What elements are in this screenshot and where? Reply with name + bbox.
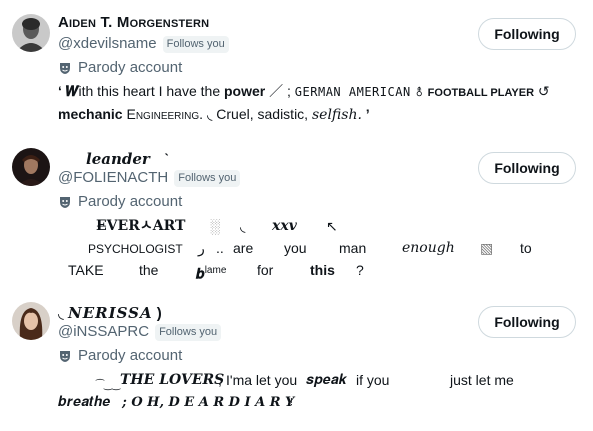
bio-breathe: 𝒃𝒓𝒆𝒂𝒕𝒉𝒆 xyxy=(58,394,111,410)
bio-imma: I'ma let you xyxy=(226,372,298,388)
bio-are: are xyxy=(233,240,254,256)
bio-gender-symbol: ⚨ xyxy=(414,87,424,99)
bio-this: this xyxy=(310,262,335,278)
following-button[interactable]: Following xyxy=(478,306,576,338)
bio-question: ? xyxy=(356,262,364,278)
user-cell-aiden[interactable]: Aiden T. Morgenstern @xdevilsname Follow… xyxy=(0,0,593,130)
shield-parody-icon xyxy=(60,197,70,208)
follows-you-badge: Follows you xyxy=(174,169,241,187)
name-mark: ˋ xyxy=(163,151,169,168)
bio-everheart: E̶VERㅅART xyxy=(96,218,186,234)
name-suffix: ) xyxy=(156,305,162,322)
bio-for: for xyxy=(257,262,274,278)
bio-mechanic: mechanic xyxy=(58,106,123,122)
bio-take: TAKE xyxy=(68,262,104,278)
display-name[interactable]: Aiden T. Morgenstern xyxy=(58,14,209,32)
bio-excl: ! xyxy=(290,397,293,408)
bio-open-quote: ‘ xyxy=(58,83,62,99)
bio-w-letter: 𝑾 xyxy=(65,84,79,100)
bio-speak: 𝒔𝒑𝒆𝒂𝒌 xyxy=(306,372,348,388)
avatar-aiden[interactable] xyxy=(12,14,50,52)
follows-you-badge: Follows you xyxy=(162,35,229,53)
bio-hook2: ر xyxy=(198,240,205,256)
bio-xxv: xxv xyxy=(272,218,297,234)
handle[interactable]: @xdevilsname xyxy=(58,35,157,53)
bio-just: just let me xyxy=(450,372,514,388)
bio-dots: .. xyxy=(216,240,224,256)
bio-loop: ↺ xyxy=(537,83,550,99)
bio-tick: ◟ xyxy=(240,218,246,234)
following-button[interactable]: Following xyxy=(478,152,576,184)
bio-lovers: THE LOVERS xyxy=(120,372,225,388)
user-cell-nerissa[interactable]: ◟ NERISSA ) @iNSSAPRC Follows you Follow… xyxy=(0,288,593,431)
bio-corner: ↖ xyxy=(326,218,338,234)
bio-selfish: selfish. xyxy=(311,107,362,123)
shield-parody-icon xyxy=(60,351,70,362)
parody-label-row: Parody account xyxy=(58,193,182,211)
bio-football: FOOTBALL PLAYER xyxy=(427,87,535,99)
bio-german: GERMAN AMERICAN xyxy=(294,85,411,99)
parody-label-row: Parody account xyxy=(58,59,182,77)
bio-close-quote: ’ xyxy=(365,106,370,122)
bio-box: ▧ xyxy=(480,240,494,256)
parody-label-row: Parody account xyxy=(58,347,182,365)
bio-you: you xyxy=(284,240,307,256)
bio-engineering: Engineering. xyxy=(126,106,204,122)
name-prefix: ◟ xyxy=(58,305,64,322)
bio-the: the xyxy=(139,262,159,278)
bio-ifyou: if you xyxy=(356,372,390,388)
handle[interactable]: @iNSSAPRC xyxy=(58,323,149,341)
bio: ‘ 𝑾ith this heart I have the power ／ ; G… xyxy=(58,81,577,126)
bio: ⁀‿‿ THE LOVERS ; I'ma let you 𝒔𝒑𝒆𝒂𝒌 if y… xyxy=(58,370,577,414)
bio-enough: enough xyxy=(402,240,455,256)
bio-semi: ; xyxy=(218,372,222,388)
parody-label: Parody account xyxy=(78,59,183,76)
avatar-leander[interactable] xyxy=(12,148,50,186)
bio-power: power xyxy=(224,83,266,99)
bio-block: ░ xyxy=(210,218,220,234)
parody-label: Parody account xyxy=(78,193,183,210)
bio-cruel: Cruel, sadistic, xyxy=(216,106,309,122)
shield-parody-icon xyxy=(60,63,70,74)
bio-text: ith this heart I have the xyxy=(78,83,221,99)
avatar-nerissa[interactable] xyxy=(12,302,50,340)
bio-oh-dear-diary: ; O H, D E A R D I A R Y xyxy=(122,395,295,410)
handle[interactable]: @FOLIENACTH xyxy=(58,169,168,187)
bio-slash: ／ ; xyxy=(269,83,291,99)
bio-blame: 𝒃lame xyxy=(196,265,227,283)
bio-to: to xyxy=(520,240,532,256)
bio: E̶VERㅅART ░ ◟ xxv ↖ PSYCHOLOGIST ر .. ar… xyxy=(58,216,577,283)
parody-label: Parody account xyxy=(78,347,183,364)
bio-hook: ◟ xyxy=(206,106,213,122)
display-name[interactable]: ◟ NERISSA ) xyxy=(58,304,162,323)
user-cell-leander[interactable]: leander ˋ @FOLIENACTH Follows you Follow… xyxy=(0,134,593,284)
display-name[interactable]: leander ˋ xyxy=(86,150,169,169)
bio-man: man xyxy=(339,240,367,256)
follows-you-badge: Follows you xyxy=(155,323,222,341)
following-button[interactable]: Following xyxy=(478,18,576,50)
bio-psychologist: PSYCHOLOGIST xyxy=(88,242,183,256)
